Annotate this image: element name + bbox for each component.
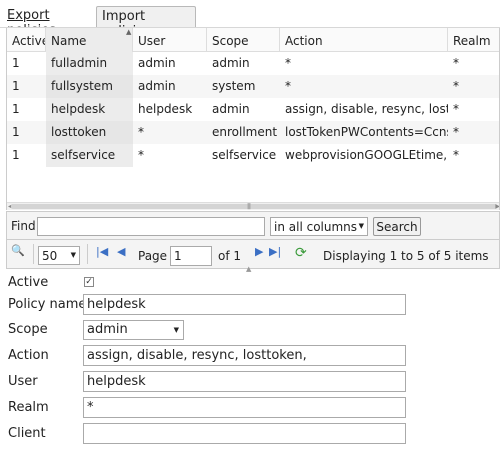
tab-import-policies[interactable]: Import policies — [96, 6, 196, 39]
previous-page-icon[interactable]: ◀ — [117, 245, 125, 258]
resize-handle-icon[interactable]: ▲ — [246, 265, 251, 273]
cell-active: 1 — [12, 148, 20, 162]
cell-scope: admin — [212, 56, 250, 70]
column-header-active[interactable]: Active — [7, 28, 46, 52]
cell-name: losttoken — [46, 121, 133, 144]
chevron-down-icon: ▼ — [70, 251, 76, 259]
find-label: Find — [11, 219, 36, 233]
column-header-scope[interactable]: Scope — [207, 28, 280, 52]
cell-active: 1 — [12, 102, 20, 116]
page-size-select[interactable]: 50 ▼ — [38, 246, 80, 265]
column-header-name[interactable]: Name ▲ — [46, 28, 133, 52]
client-field[interactable] — [83, 423, 406, 444]
cell-scope: system — [212, 79, 256, 93]
cell-scope: admin — [212, 102, 250, 116]
user-field[interactable]: helpdesk — [83, 371, 406, 392]
cell-realm: * — [453, 148, 459, 162]
cell-active: 1 — [12, 125, 20, 139]
page-size-value: 50 — [42, 249, 58, 263]
first-page-icon[interactable]: |◀ — [96, 245, 108, 258]
cell-action: lostTokenPWContents=Ccns, lc — [285, 125, 448, 139]
cell-name: selfservice — [46, 144, 133, 167]
pager-divider — [33, 244, 34, 264]
search-column-select[interactable]: in all columns ▼ — [270, 217, 368, 236]
scroll-right-icon[interactable]: ▶ — [495, 203, 499, 210]
cell-user: admin — [138, 56, 176, 70]
page-number-input[interactable]: 1 — [170, 246, 212, 266]
scope-select-value: admin — [87, 322, 128, 337]
client-label: Client — [8, 426, 46, 441]
sort-ascending-icon: ▲ — [126, 28, 132, 36]
cell-name: helpdesk — [46, 98, 133, 121]
cell-name: fulladmin — [46, 52, 133, 75]
cell-user: * — [138, 125, 144, 139]
scope-label: Scope — [8, 322, 48, 337]
cell-action: * — [285, 79, 291, 93]
cell-user: * — [138, 148, 144, 162]
cell-scope: enrollment — [212, 125, 278, 139]
policy-name-label: Policy name — [8, 297, 87, 312]
tab-export-policies[interactable]: Export policies — [2, 6, 94, 38]
cell-action: * — [285, 56, 291, 70]
cell-realm: * — [453, 56, 459, 70]
column-header-action[interactable]: Action — [280, 28, 448, 52]
cell-scope: selfservice — [212, 148, 277, 162]
table-row[interactable]: 1 fulladmin admin admin * * — [7, 52, 499, 75]
realm-field[interactable]: * — [83, 397, 406, 418]
search-button[interactable]: Search — [373, 217, 421, 236]
column-header-name-label: Name — [51, 34, 87, 48]
table-row[interactable]: 1 selfservice * selfservice webprovision… — [7, 144, 499, 167]
cell-action: webprovisionGOOGLEtime, set — [285, 148, 448, 162]
chevron-down-icon: ▼ — [173, 326, 179, 334]
table-row[interactable]: 1 helpdesk helpdesk admin assign, disabl… — [7, 98, 499, 121]
pager-divider — [87, 244, 88, 264]
search-input[interactable] — [37, 217, 265, 236]
scrollbar-thumb[interactable] — [11, 204, 497, 209]
cell-realm: * — [453, 102, 459, 116]
pagination-bar: 🔍 50 ▼ |◀ ◀ Page 1 of 1 ▶ ▶| ⟳ Displayin… — [6, 239, 500, 269]
check-icon: ✓ — [85, 277, 93, 287]
scrollbar-grip-icon: ||| — [247, 203, 251, 210]
page-count-label: of 1 — [218, 249, 242, 263]
scope-select[interactable]: admin ▼ — [83, 320, 184, 340]
action-field[interactable]: assign, disable, resync, losttoken, — [83, 345, 406, 366]
user-label: User — [8, 374, 38, 389]
column-header-user[interactable]: User — [133, 28, 207, 52]
grid-header: Active Name ▲ User Scope Action Realm — [7, 28, 499, 52]
cell-user: helpdesk — [138, 102, 193, 116]
cell-realm: * — [453, 125, 459, 139]
last-page-icon[interactable]: ▶| — [269, 245, 281, 258]
magnifier-icon[interactable]: 🔍 — [11, 244, 25, 257]
cell-action: assign, disable, resync, losttoke — [285, 102, 448, 116]
table-row[interactable]: 1 losttoken * enrollment lostTokenPWCont… — [7, 121, 499, 144]
table-row[interactable]: 1 fullsystem admin system * * — [7, 75, 499, 98]
policy-name-field[interactable]: helpdesk — [83, 294, 406, 315]
search-column-value: in all columns — [274, 220, 358, 234]
horizontal-scrollbar[interactable]: ◀ ||| ▶ — [7, 202, 499, 210]
cell-name: fullsystem — [46, 75, 133, 98]
cell-active: 1 — [12, 56, 20, 70]
pager-status-text: Displaying 1 to 5 of 5 items — [323, 249, 489, 263]
column-header-realm[interactable]: Realm — [448, 28, 499, 52]
policy-tabs: Export policies Import policies — [0, 0, 500, 39]
realm-label: Realm — [8, 400, 49, 415]
cell-active: 1 — [12, 79, 20, 93]
cell-user: admin — [138, 79, 176, 93]
refresh-icon[interactable]: ⟳ — [295, 245, 307, 261]
policy-grid: Active Name ▲ User Scope Action Realm 1 … — [6, 28, 500, 210]
active-checkbox[interactable]: ✓ — [84, 277, 94, 287]
page-label: Page — [138, 249, 168, 263]
next-page-icon[interactable]: ▶ — [255, 245, 263, 258]
active-label: Active — [8, 275, 49, 290]
action-label: Action — [8, 348, 49, 363]
cell-realm: * — [453, 79, 459, 93]
chevron-down-icon: ▼ — [358, 222, 364, 230]
search-toolbar: Find in all columns ▼ Search — [6, 211, 500, 239]
